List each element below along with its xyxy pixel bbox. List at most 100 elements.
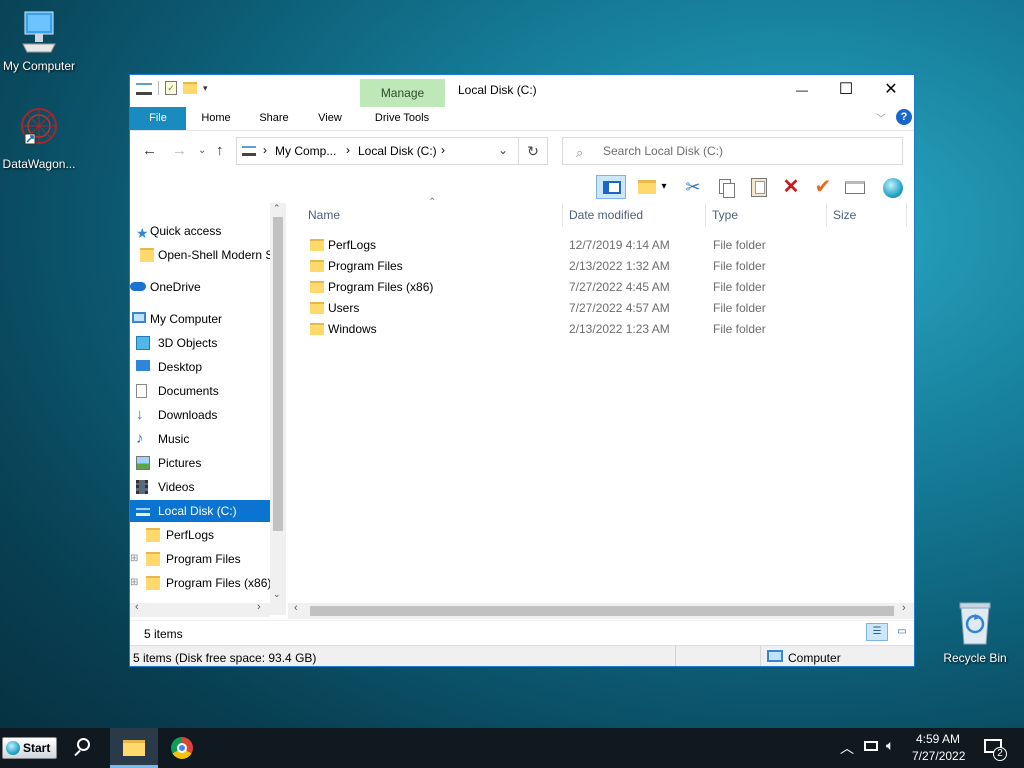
file-row[interactable]: PerfLogs 12/7/2019 4:14 AM File folder [288,235,898,255]
expand-icon[interactable]: ⊞ [130,572,138,594]
taskbar-file-explorer[interactable] [110,728,158,768]
drive-icon[interactable] [136,83,152,95]
column-header-size[interactable]: Size [833,208,856,222]
tab-share[interactable]: Share [252,107,296,130]
chevron-down-icon[interactable]: ▾ [658,175,670,199]
properties-icon[interactable] [842,175,868,199]
delete-icon[interactable]: ✕ [778,175,804,199]
paste-icon[interactable] [746,175,772,199]
monitor-icon [767,650,783,662]
details-view-icon[interactable]: ☰ [866,623,888,641]
help-icon[interactable]: ? [896,109,912,125]
nav-label: Open-Shell Modern S [158,248,270,262]
new-folder-icon[interactable] [634,175,660,199]
scroll-right-icon[interactable]: › [902,602,906,614]
nav-3d-objects[interactable]: 3D Objects [130,332,270,354]
column-header-date[interactable]: Date modified [569,208,643,222]
new-folder-icon[interactable] [183,82,197,94]
refresh-button[interactable]: ↻ [518,137,548,165]
folder-icon [310,239,324,251]
column-divider[interactable] [826,203,827,227]
tab-file[interactable]: File [130,107,186,130]
expand-icon[interactable]: ⊞ [130,548,138,570]
download-icon: ↓ [136,406,144,423]
search-button[interactable] [66,728,106,768]
minimize-button[interactable]: — [779,75,825,105]
nav-program-files[interactable]: ⊞ Program Files [130,548,270,570]
search-input[interactable]: Search Local Disk (C:) [562,137,903,165]
large-icons-view-icon[interactable]: ▭ [892,623,912,641]
forward-arrow-icon[interactable]: → [172,142,187,159]
cut-icon[interactable]: ✂ [680,175,706,199]
clock-time[interactable]: 4:59 AM [916,732,960,746]
chevron-down-icon[interactable]: ▾ [203,83,208,94]
file-date: 2/13/2022 1:32 AM [569,259,670,273]
nav-perflogs[interactable]: PerfLogs [130,524,270,546]
desktop-icon-datawagon[interactable]: DataWagon... [0,106,81,171]
scrollbar-thumb[interactable] [310,606,894,616]
nav-my-computer[interactable]: My Computer [130,308,270,330]
file-list-horizontal-scrollbar[interactable]: ‹ › [288,602,914,619]
file-date: 7/27/2022 4:45 AM [569,280,670,294]
scroll-down-icon[interactable]: ⌄ [273,589,281,600]
address-bar[interactable]: › My Comp... › Local Disk (C:) › ⌄ [236,137,548,165]
maximize-button[interactable]: ☐ [823,75,869,105]
nav-downloads[interactable]: ↓ Downloads [130,404,270,426]
rename-icon[interactable]: ✔ [810,175,836,199]
properties-icon[interactable]: ✓ [165,81,177,95]
file-date: 12/7/2019 4:14 AM [569,238,670,252]
nav-quick-access[interactable]: ★ Quick access [130,220,270,242]
up-arrow-icon[interactable]: ↑ [216,142,224,159]
scroll-right-icon[interactable]: › [257,601,261,613]
file-row[interactable]: Program Files 2/13/2022 1:32 AM File fol… [288,256,898,276]
close-button[interactable]: ✕ [868,75,914,105]
breadcrumb-local-disk[interactable]: Local Disk (C:) [358,144,437,158]
music-icon: ♪ [136,430,144,447]
volume-icon[interactable]: 🔈︎ [886,737,894,754]
taskbar-chrome[interactable] [158,728,206,768]
column-divider[interactable] [906,203,907,227]
nav-vertical-scrollbar[interactable]: ⌃ ⌄ [270,203,286,615]
column-header-type[interactable]: Type [712,208,738,222]
file-row[interactable]: Windows 2/13/2022 1:23 AM File folder [288,319,898,339]
nav-local-disk[interactable]: Local Disk (C:) [130,500,270,522]
nav-desktop[interactable]: Desktop [130,356,270,378]
tab-home[interactable]: Home [192,107,240,130]
network-icon[interactable] [864,741,878,751]
nav-onedrive[interactable]: OneDrive [130,276,270,298]
chevron-up-icon[interactable]: ︿ [840,738,854,758]
nav-pictures[interactable]: Pictures [130,452,270,474]
desktop-icon-my-computer[interactable]: My Computer [0,10,81,73]
manage-context-tab[interactable]: Manage [360,79,445,107]
column-header-name[interactable]: Name [308,208,340,222]
tab-drive-tools[interactable]: Drive Tools [362,107,442,130]
nav-videos[interactable]: Videos [130,476,270,498]
scroll-up-icon[interactable]: ⌃ [273,203,281,214]
file-row[interactable]: Program Files (x86) 7/27/2022 4:45 AM Fi… [288,277,898,297]
column-divider[interactable] [705,203,706,227]
file-name: Windows [328,322,377,336]
preview-pane-icon[interactable] [596,175,626,199]
back-arrow-icon[interactable]: ← [142,142,157,159]
breadcrumb-my-computer[interactable]: My Comp... [275,144,336,158]
nav-program-files-x86[interactable]: ⊞ Program Files (x86) [130,572,270,594]
open-shell-icon[interactable] [880,175,906,199]
nav-documents[interactable]: Documents [130,380,270,402]
scrollbar-thumb[interactable] [273,217,283,531]
clock-date[interactable]: 7/27/2022 [912,749,965,763]
copy-icon[interactable] [714,175,740,199]
file-row[interactable]: Users 7/27/2022 4:57 AM File folder [288,298,898,318]
desktop-icon-recycle-bin[interactable]: Recycle Bin [933,600,1017,665]
scroll-left-icon[interactable]: ‹ [294,602,298,614]
column-divider[interactable] [562,203,563,227]
item-count: 5 items [144,627,183,641]
start-button[interactable]: Start [2,737,57,759]
nav-music[interactable]: ♪ Music [130,428,270,450]
nav-open-shell[interactable]: Open-Shell Modern S [130,244,270,266]
scroll-left-icon[interactable]: ‹ [135,601,139,613]
nav-horizontal-scrollbar[interactable]: ‹ › [130,601,270,617]
chevron-down-icon[interactable]: ﹀ [876,110,886,125]
chevron-down-icon[interactable]: ⌄ [498,143,508,157]
tab-view[interactable]: View [310,107,350,130]
recent-locations-icon[interactable]: ⌄ [198,145,206,156]
